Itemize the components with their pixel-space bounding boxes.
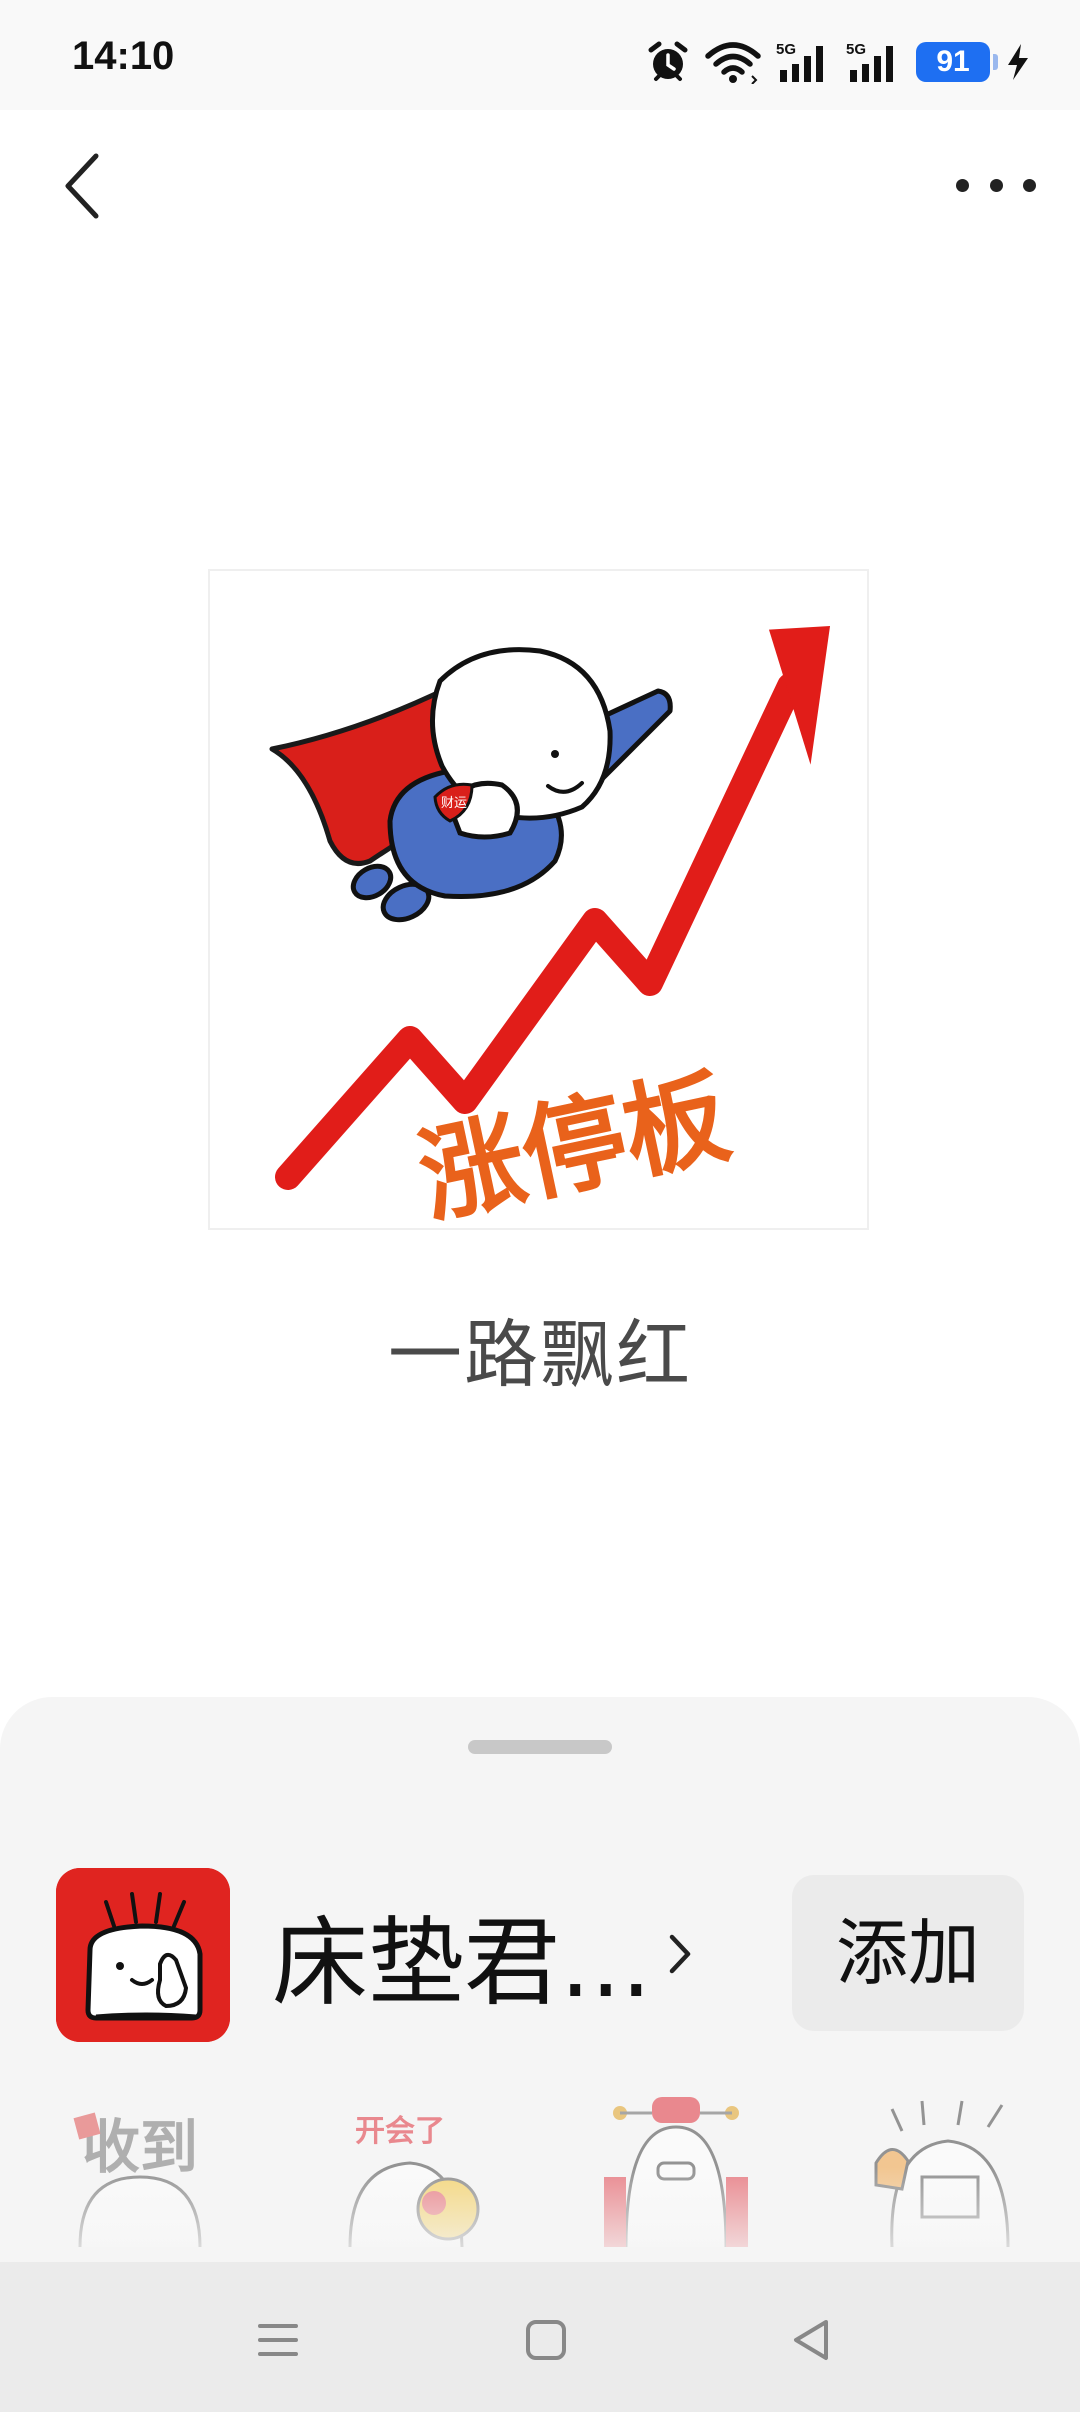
status-time: 14:10: [72, 34, 175, 78]
thumbnail-text: 开会了: [355, 2114, 445, 2149]
home-icon[interactable]: [516, 2310, 576, 2370]
battery-icon: 91: [916, 42, 998, 82]
chevron-right-icon[interactable]: [660, 1929, 700, 1979]
strip-fade: [0, 2167, 1080, 2267]
system-nav-bar: [0, 2262, 1080, 2412]
back-triangle-icon[interactable]: [782, 2310, 842, 2370]
sticker-image: 财运 涨停板: [269, 626, 831, 1239]
add-pack-button[interactable]: 添加: [792, 1875, 1024, 2031]
charging-icon: [1008, 44, 1028, 80]
menu-icon[interactable]: [248, 2310, 308, 2370]
pack-name[interactable]: 床垫君...: [272, 1885, 652, 2024]
sticker-strip: 收到 开会了: [0, 2097, 1080, 2267]
signal-icon: 5G: [776, 41, 823, 82]
signal-label: 5G: [846, 41, 866, 58]
alarm-icon: [648, 41, 688, 81]
badge-text: 财运: [441, 796, 467, 811]
pack-avatar[interactable]: [56, 1868, 230, 2042]
pack-avatar-image: [56, 1868, 230, 2042]
dot: [989, 178, 1003, 192]
sticker-caption: 一路飘红: [388, 1312, 692, 1398]
drag-handle[interactable]: [468, 1740, 612, 1754]
back-button[interactable]: [52, 146, 122, 226]
dot: [956, 178, 969, 192]
top-nav: [0, 110, 1080, 260]
status-icons: 5G 5G 91: [646, 30, 1032, 94]
more-options-button[interactable]: [956, 160, 1036, 210]
dot: [1023, 178, 1036, 192]
sticker-detail-screen: 14:10 5G 5G 91 财运 涨停板 一路飘红 床垫君... 添加 收到 …: [0, 0, 1080, 2412]
signal-label: 5G: [776, 41, 796, 58]
signal-icon: 5G: [846, 41, 893, 82]
sticker-preview[interactable]: 财运 涨停板: [208, 569, 869, 1239]
chevron-left-icon: [65, 153, 99, 219]
status-bar: 14:10 5G 5G 91: [0, 0, 1080, 110]
wifi-icon: [705, 42, 761, 84]
